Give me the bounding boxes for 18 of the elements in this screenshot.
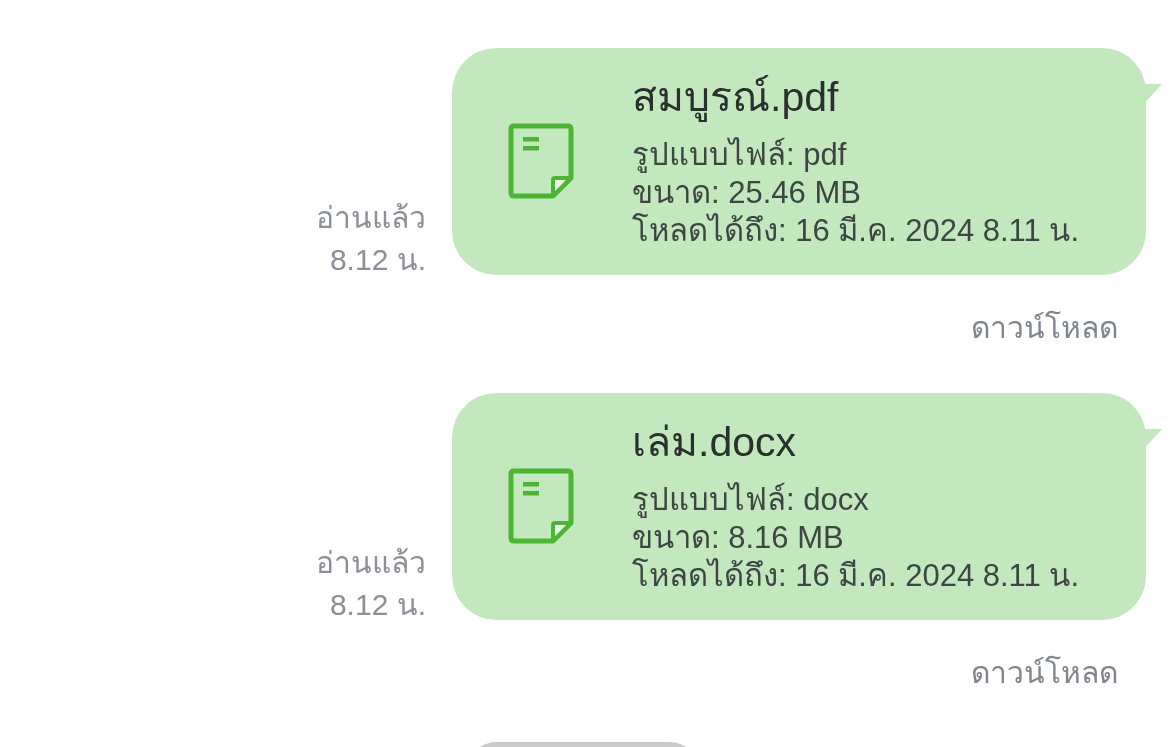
file-name: เล่ม.docx [632, 418, 797, 467]
file-type: รูปแบบไฟล์: pdf [632, 136, 848, 174]
document-icon [508, 123, 574, 199]
download-link[interactable]: ดาวน์โหลด [971, 654, 1118, 692]
download-expiry: โหลดได้ถึง: 16 มี.ค. 2024 8.11 น. [632, 557, 1079, 595]
download-expiry: โหลดได้ถึง: 16 มี.ค. 2024 8.11 น. [632, 212, 1079, 250]
file-size: ขนาด: 25.46 MB [632, 174, 862, 212]
message-time: 8.12 น. [329, 587, 426, 623]
file-name: สมบูรณ์.pdf [632, 73, 840, 122]
download-link[interactable]: ดาวน์โหลด [971, 309, 1118, 347]
file-type: รูปแบบไฟล์: docx [632, 481, 870, 519]
file-message-bubble[interactable]: เล่ม.docx รูปแบบไฟล์: docx ขนาด: 8.16 MB โหลดได้ถึง: 16 มี.ค. 2024 8.11 น. [452, 393, 1164, 620]
message-time: 8.12 น. [329, 242, 426, 278]
file-message-bubble[interactable]: สมบูรณ์.pdf รูปแบบไฟล์: pdf ขนาด: 25.46 MB โหลดได้ถึง: 16 มี.ค. 2024 8.11 น. [452, 48, 1164, 275]
document-icon [508, 468, 574, 544]
read-status: อ่านแล้ว [316, 545, 426, 581]
file-size: ขนาด: 8.16 MB [632, 519, 845, 557]
read-status: อ่านแล้ว [316, 200, 426, 236]
